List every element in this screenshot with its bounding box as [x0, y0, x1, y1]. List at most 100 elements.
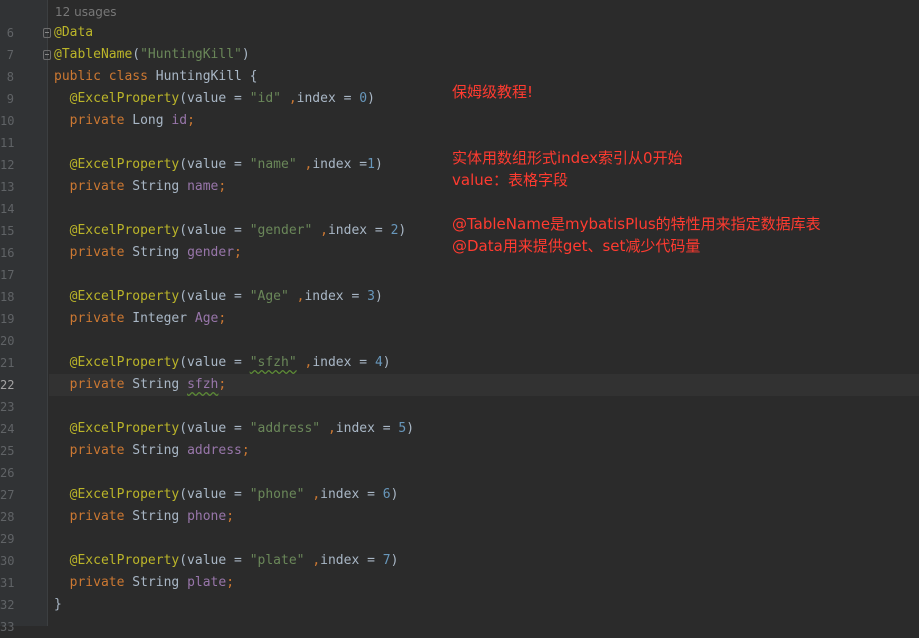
line-number: 27 [0, 488, 14, 502]
line-number: 31 [0, 576, 14, 590]
semicolon-token: ; [241, 443, 250, 458]
line-number: 13 [0, 180, 14, 194]
string-token: "plate" [249, 553, 305, 568]
brace-token: } [54, 597, 62, 612]
code-line-property-annotation[interactable]: @ExcelProperty(value = "plate" ,index = … [54, 550, 399, 572]
line-number: 32 [0, 598, 14, 612]
line-number: 24 [0, 422, 14, 436]
code-line-property-annotation[interactable]: @ExcelProperty(value = "name" ,index =1) [54, 154, 383, 176]
paren-token: ) [374, 289, 383, 304]
index-label: index = [312, 355, 375, 370]
paren-token: ) [406, 421, 415, 436]
string-token: "name" [249, 157, 297, 172]
note-tutorial: 保姆级教程! [452, 83, 534, 101]
code-line-property-annotation[interactable]: @ExcelProperty(value = "address" ,index … [54, 418, 414, 440]
index-label: index = [296, 91, 360, 106]
string-token: "HuntingKill" [140, 47, 242, 62]
comma-token: , [312, 553, 321, 568]
annotation-token: @ExcelProperty [69, 355, 180, 370]
fold-toggle-icon[interactable] [43, 50, 51, 60]
keyword-token: public class [54, 69, 148, 84]
code-line-field-declaration[interactable]: private String name; [54, 176, 227, 198]
comma-token: , [288, 91, 297, 106]
code-line-property-annotation[interactable]: @ExcelProperty(value = "phone" ,index = … [54, 484, 399, 506]
field-name-token: phone [187, 509, 227, 524]
type-token: String [132, 245, 180, 260]
line-number: 12 [0, 158, 14, 172]
code-line-table-name[interactable]: @TableName("HuntingKill") [54, 44, 250, 66]
code-line-field-declaration[interactable]: private String plate; [54, 572, 234, 594]
string-token: "address" [249, 421, 321, 436]
line-number: 8 [6, 70, 14, 84]
index-label: index = [335, 421, 399, 436]
semicolon-token: ; [218, 377, 227, 392]
annotation-token: @ExcelProperty [69, 487, 180, 502]
line-number: 20 [0, 334, 14, 348]
number-token: 4 [374, 355, 383, 370]
type-token: Integer [132, 311, 188, 326]
keyword-token: private [69, 377, 125, 392]
field-name-token: id [171, 113, 188, 128]
comma-token: , [320, 223, 328, 238]
keyword-token: private [69, 509, 125, 524]
line-number: 9 [6, 92, 14, 106]
field-name-token: name [187, 179, 219, 194]
line-number: 18 [0, 290, 14, 304]
type-token: String [132, 179, 180, 194]
paren-token: ) [382, 355, 391, 370]
code-line-field-declaration-current[interactable]: private String sfzh; [49, 374, 919, 396]
note-tablename-explanation: @TableName是mybatisPlus的特性用来指定数据库表 [452, 215, 821, 233]
line-number: 30 [0, 554, 14, 568]
code-line-field-declaration[interactable]: private String address; [54, 440, 250, 462]
code-line-property-annotation[interactable]: @ExcelProperty(value = "sfzh" ,index = 4… [54, 352, 391, 374]
usages-hint[interactable]: 12 usages [55, 2, 117, 22]
type-token: String [132, 443, 180, 458]
field-name-token: Age [194, 311, 219, 326]
fold-toggle-icon[interactable] [43, 28, 51, 38]
code-line-field-declaration[interactable]: private String gender; [54, 242, 242, 264]
code-line-annotation-data[interactable]: @Data [54, 22, 93, 44]
class-name-token: HuntingKill { [147, 69, 258, 84]
annotation-token: @ExcelProperty [69, 553, 180, 568]
field-name-token: gender [187, 245, 235, 260]
code-line-property-annotation[interactable]: @ExcelProperty(value = "id" ,index = 0) [54, 88, 375, 110]
line-number: 6 [6, 26, 14, 40]
value-prefix: (value = [179, 355, 250, 370]
semicolon-token: ; [226, 509, 235, 524]
code-line-closing-brace[interactable]: } [54, 594, 62, 616]
line-number: 17 [0, 268, 14, 282]
code-line-class-declaration[interactable]: public class HuntingKill { [54, 66, 258, 88]
number-token: 1 [367, 157, 375, 172]
code-line-field-declaration[interactable]: private Integer Age; [54, 308, 227, 330]
line-number: 10 [0, 114, 14, 128]
annotation-token: @ExcelProperty [69, 421, 180, 436]
code-line-field-declaration[interactable]: private Long id; [54, 110, 195, 132]
annotation-token: @ExcelProperty [69, 223, 180, 238]
keyword-token: private [69, 113, 125, 128]
semicolon-token: ; [218, 311, 227, 326]
line-number: 15 [0, 224, 14, 238]
paren-token: ) [241, 47, 250, 62]
comma-token: , [327, 421, 336, 436]
field-name-token: address [187, 443, 242, 458]
line-number-gutter: 6 7 8 9 10 11 12 13 14 15 16 17 18 19 20… [0, 0, 48, 634]
line-number: 28 [0, 510, 14, 524]
comma-token: , [312, 487, 321, 502]
value-prefix: (value = [179, 91, 250, 106]
note-value-explanation: value：表格字段 [452, 171, 568, 189]
type-token: String [132, 509, 180, 524]
code-line-property-annotation[interactable]: @ExcelProperty(value = "gender" ,index =… [54, 220, 407, 242]
note-data-explanation: @Data用来提供get、set减少代码量 [452, 237, 701, 255]
number-token: 7 [382, 553, 391, 568]
value-prefix: (value = [179, 157, 250, 172]
line-number: 21 [0, 356, 14, 370]
string-token: "sfzh" [249, 355, 297, 370]
line-number: 33 [0, 620, 14, 634]
code-line-field-declaration[interactable]: private String phone; [54, 506, 234, 528]
code-line-property-annotation[interactable]: @ExcelProperty(value = "Age" ,index = 3) [54, 286, 383, 308]
string-token: "phone" [249, 487, 305, 502]
annotation-token: @Data [54, 25, 94, 40]
paren-token: ) [390, 553, 399, 568]
keyword-token: private [69, 179, 125, 194]
number-token: 6 [382, 487, 391, 502]
